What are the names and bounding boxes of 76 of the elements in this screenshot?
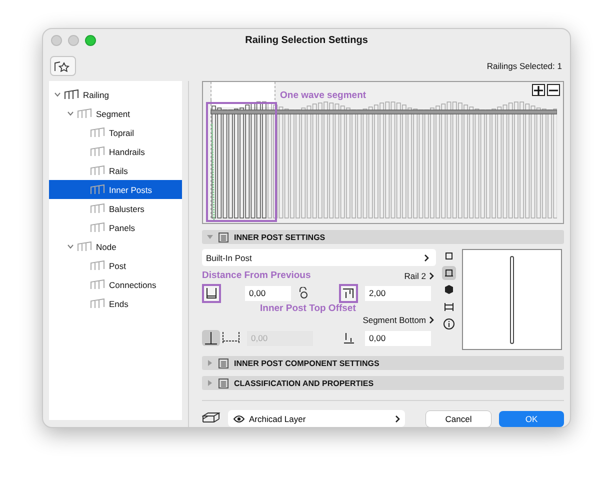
tree-item[interactable]: Node [49, 237, 182, 256]
window-title: Railing Selection Settings [245, 34, 368, 46]
tree-item[interactable]: Segment [49, 104, 182, 123]
railing-icon [90, 279, 106, 290]
spacing-icon[interactable] [222, 331, 240, 346]
railing-icon [90, 222, 106, 233]
disclosure-icon [206, 234, 212, 240]
layer-dropdown[interactable]: Archicad Layer [228, 410, 405, 427]
tree-item[interactable]: Railing [49, 85, 182, 104]
tree-item[interactable]: Rails [49, 161, 182, 180]
railing-icon [90, 184, 106, 195]
zoom-out-button[interactable] [547, 84, 560, 96]
outline-icon [443, 250, 455, 262]
zoom-button[interactable] [85, 35, 96, 46]
bottom-offset-field[interactable]: 0,00 [365, 330, 431, 346]
distance-button[interactable] [202, 284, 221, 303]
disclosure-icon [206, 360, 212, 366]
tree-item[interactable]: Inner Posts [49, 180, 182, 199]
section-icon [218, 232, 229, 243]
favorites-button[interactable] [50, 56, 76, 76]
tree-item[interactable]: Toprail [49, 123, 182, 142]
disclosure-icon[interactable] [66, 244, 74, 249]
railing-icon [90, 298, 106, 309]
chevron-icon [429, 316, 434, 324]
star-icon [54, 60, 72, 72]
zoom-in-button[interactable] [532, 84, 545, 96]
section-icon [218, 378, 229, 389]
disclosure-icon [206, 380, 212, 386]
railing-icon [90, 146, 106, 157]
railing-icon [90, 260, 106, 271]
disclosure-icon[interactable] [66, 111, 74, 116]
selection-count: Railings Selected: 1 [486, 61, 562, 71]
distance-annotation: Distance From Previous [202, 270, 311, 282]
section-header[interactable]: CLASSIFICATION AND PROPERTIES [202, 376, 564, 390]
cancel-button[interactable]: Cancel [426, 410, 491, 426]
tree-item[interactable]: Balusters [49, 199, 182, 218]
section-header[interactable]: INNER POST SETTINGS [202, 230, 564, 244]
tree-item[interactable]: Connections [49, 275, 182, 294]
chevron-icon [395, 414, 400, 422]
bottom-link[interactable]: Segment Bottom [362, 315, 436, 326]
frame-icon [443, 301, 455, 314]
tree-item[interactable]: Panels [49, 218, 182, 237]
railing-icon [64, 89, 80, 100]
segment-annotation: One wave segment [280, 90, 366, 101]
info-icon [443, 318, 455, 330]
tree-item[interactable]: Ends [49, 294, 182, 313]
railing-icon [77, 241, 93, 252]
section-header[interactable]: INNER POST COMPONENT SETTINGS [202, 356, 564, 370]
post-icon [443, 267, 455, 280]
top-offset-button[interactable] [339, 284, 358, 303]
top-offset-annotation: Inner Post Top Offset [260, 303, 356, 314]
distance-icon [205, 287, 218, 300]
bottom-offset-icon [343, 332, 355, 344]
distance-field[interactable]: 0,00 [245, 286, 291, 301]
view-button[interactable] [442, 317, 456, 332]
cube-icon [443, 284, 455, 296]
view-button[interactable] [442, 266, 456, 280]
disclosure-icon[interactable] [54, 92, 60, 97]
ok-button[interactable]: OK [499, 410, 564, 426]
tree-item[interactable]: Post [49, 256, 182, 275]
plus-icon [534, 86, 543, 94]
railing-icon [90, 127, 106, 138]
chevron-icon [429, 272, 434, 280]
offset-icon [342, 287, 355, 300]
post-type-dropdown[interactable]: Built-In Post [202, 249, 436, 266]
section-icon [218, 358, 229, 369]
chevron-icon [424, 254, 429, 262]
post-toggle-icon[interactable] [202, 330, 220, 346]
lock-icon[interactable] [297, 287, 309, 300]
eye-icon [233, 414, 245, 422]
rail-link[interactable]: Rail 2 [404, 270, 436, 281]
railing-icon [90, 203, 106, 214]
railing-icon [77, 108, 93, 119]
tree-item[interactable]: Handrails [49, 142, 182, 161]
railing-icon [90, 165, 106, 176]
top-offset-field[interactable]: 2,00 [365, 286, 431, 301]
